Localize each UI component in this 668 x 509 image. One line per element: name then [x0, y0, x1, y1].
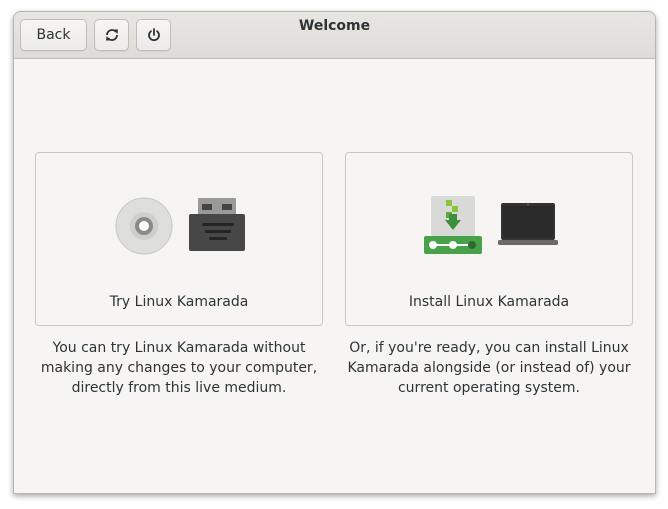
try-icons: [36, 193, 322, 263]
window-title: Welcome: [298, 18, 371, 34]
try-option-card[interactable]: Try Linux Kamarada: [35, 152, 323, 326]
install-description: Or, if you're ready, you can install Lin…: [347, 340, 631, 396]
install-option-label: Install Linux Kamarada: [408, 294, 570, 310]
cd-icon: [115, 197, 173, 255]
usb-drive-icon: [189, 198, 245, 251]
try-option-label: Try Linux Kamarada: [109, 294, 249, 310]
install-download-icon: [424, 196, 482, 254]
try-description: You can try Linux Kamarada without makin…: [40, 340, 318, 396]
header-bar: Back Welcome: [14, 12, 655, 59]
install-option-card[interactable]: Install Linux Kamarada: [345, 152, 633, 326]
welcome-window: Back Welcome Try Linux Kamarada Install …: [13, 11, 656, 494]
laptop-icon: [498, 203, 558, 245]
install-icons: [346, 193, 632, 263]
